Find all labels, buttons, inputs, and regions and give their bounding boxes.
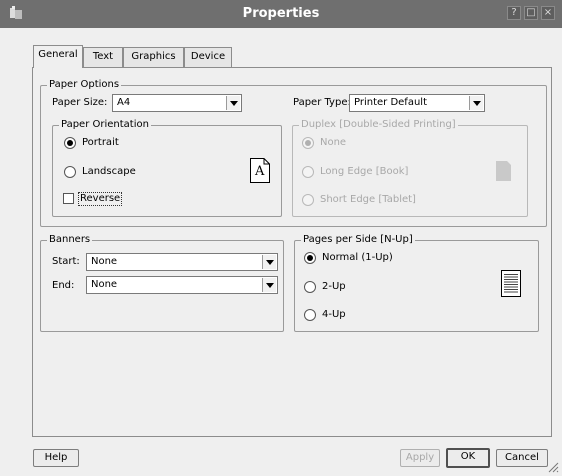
banner-start-select[interactable]: None (86, 253, 278, 271)
paper-size-label: Paper Size: (52, 97, 108, 108)
nup-page-preview-icon (501, 270, 521, 297)
duplex-page-icon (496, 161, 511, 181)
chevron-down-icon (262, 255, 276, 269)
banner-end-value: None (91, 279, 118, 290)
banner-start-label: Start: (52, 256, 80, 267)
ok-button[interactable]: OK (446, 448, 490, 468)
nup-2-radio[interactable] (304, 281, 316, 293)
apply-button[interactable]: Apply (400, 449, 440, 467)
nup-2-label[interactable]: 2-Up (322, 281, 346, 293)
paper-size-value: A4 (117, 97, 131, 108)
portrait-label[interactable]: Portrait (82, 137, 119, 149)
paper-type-label: Paper Type: (293, 97, 351, 108)
banner-end-label: End: (52, 280, 75, 291)
paper-size-select[interactable]: A4 (112, 94, 242, 112)
chevron-down-icon (226, 96, 240, 110)
nup-4-radio[interactable] (304, 309, 316, 321)
paper-orientation-legend: Paper Orientation (59, 119, 151, 131)
tab-device[interactable]: Device (184, 47, 232, 67)
title-bar[interactable]: Properties ? □ × (0, 0, 562, 28)
landscape-radio[interactable] (64, 166, 76, 178)
resize-grip-icon[interactable] (547, 461, 559, 473)
reverse-checkbox[interactable] (63, 193, 74, 204)
paper-type-select[interactable]: Printer Default (349, 94, 485, 112)
banners-legend: Banners (47, 234, 93, 246)
duplex-none-label[interactable]: None (320, 137, 346, 149)
duplex-short-radio[interactable] (302, 194, 314, 206)
page-orientation-preview-icon: A (250, 158, 270, 183)
tab-graphics[interactable]: Graphics (123, 47, 184, 67)
banner-start-value: None (91, 256, 118, 267)
chevron-down-icon (469, 96, 483, 110)
paper-options-legend: Paper Options (47, 79, 122, 91)
duplex-none-radio[interactable] (302, 137, 314, 149)
window-title: Properties (242, 6, 320, 21)
reverse-label[interactable]: Reverse (78, 192, 123, 206)
nup-1-label[interactable]: Normal (1-Up) (322, 252, 393, 264)
paper-type-value: Printer Default (354, 97, 427, 108)
help-button[interactable]: Help (33, 449, 79, 467)
maximize-icon[interactable]: □ (524, 6, 538, 20)
cancel-button[interactable]: Cancel (496, 449, 548, 467)
tab-general[interactable]: General (33, 45, 83, 68)
preview-glyph: A (255, 164, 265, 179)
tab-text[interactable]: Text (83, 47, 123, 67)
duplex-short-label[interactable]: Short Edge [Tablet] (320, 194, 416, 206)
close-icon[interactable]: × (541, 6, 555, 20)
nup-1-radio[interactable] (304, 252, 316, 264)
portrait-radio[interactable] (64, 137, 76, 149)
duplex-long-radio[interactable] (302, 166, 314, 178)
banner-end-select[interactable]: None (86, 276, 278, 294)
nup-legend: Pages per Side [N-Up] (301, 234, 415, 246)
chevron-down-icon (262, 278, 276, 292)
duplex-long-label[interactable]: Long Edge [Book] (320, 166, 408, 178)
landscape-label[interactable]: Landscape (82, 166, 136, 178)
nup-4-label[interactable]: 4-Up (322, 309, 346, 321)
duplex-legend: Duplex [Double-Sided Printing] (299, 119, 458, 131)
help-icon[interactable]: ? (507, 6, 521, 20)
